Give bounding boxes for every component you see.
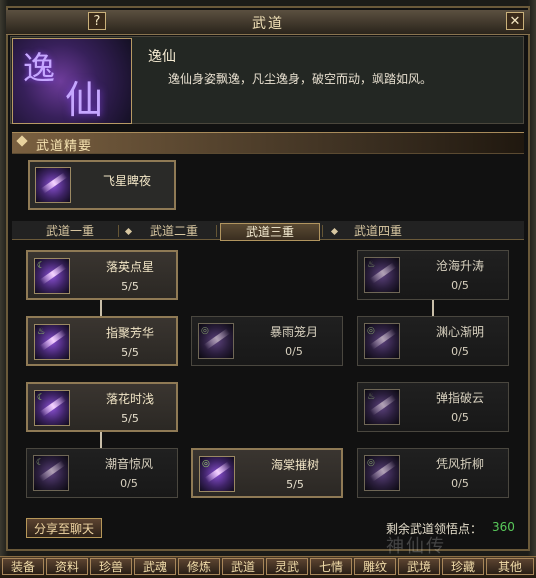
node-name: 凭风折柳 <box>435 457 484 471</box>
skill-icon: ◎ <box>364 323 400 359</box>
node-level: 0/5 <box>451 477 469 490</box>
tab-tier-1[interactable]: 武道一重 <box>30 223 110 239</box>
menu-wudao[interactable]: 武道 <box>222 558 264 575</box>
skill-node-yuanxinjianming[interactable]: ◎ 渊心渐明 0/5 <box>357 316 509 366</box>
node-name: 沧海升涛 <box>435 259 484 273</box>
tree-connector <box>100 300 102 316</box>
skill-icon: ♨ <box>364 257 400 293</box>
node-level: 0/5 <box>285 345 303 358</box>
menu-engrave[interactable]: 雕纹 <box>354 558 396 575</box>
skill-node-chaoyinjingfeng[interactable]: ☾ 潮音惊风 0/5 <box>26 448 178 498</box>
skill-icon: ☾ <box>34 390 70 426</box>
node-level: 0/5 <box>451 279 469 292</box>
essence-skill[interactable]: 飞星睥夜 <box>28 160 176 210</box>
node-name: 落花时浅 <box>105 392 154 406</box>
menu-cultivate[interactable]: 修炼 <box>178 558 220 575</box>
tab-tier-3[interactable]: 武道三重 <box>220 223 320 241</box>
node-name: 潮音惊风 <box>104 457 153 471</box>
node-level: 5/5 <box>121 412 139 425</box>
skill-icon: ♨ <box>364 389 400 425</box>
skill-icon: ♨ <box>34 324 70 360</box>
menu-equipment[interactable]: 装备 <box>2 558 44 575</box>
skill-node-canghaishengtao[interactable]: ♨ 沧海升涛 0/5 <box>357 250 509 300</box>
node-name: 暴雨笼月 <box>269 325 318 339</box>
help-button[interactable]: ? <box>88 12 106 30</box>
essence-skill-icon <box>35 167 71 203</box>
tab-divider <box>216 225 217 237</box>
tab-divider <box>118 225 119 237</box>
node-name: 指聚芳华 <box>105 326 154 340</box>
node-level: 5/5 <box>121 346 139 359</box>
tree-connector <box>100 432 102 448</box>
essence-skill-name: 飞星睥夜 <box>102 174 151 188</box>
node-name: 渊心渐明 <box>435 325 484 339</box>
close-button[interactable]: ✕ <box>506 12 524 30</box>
skill-node-zhijufanghua[interactable]: ♨ 指聚芳华 5/5 <box>26 316 178 366</box>
node-name: 海棠摧树 <box>270 458 319 472</box>
node-name: 弹指破云 <box>435 391 484 405</box>
skill-node-pingfengzheliu[interactable]: ◎ 凭风折柳 0/5 <box>357 448 509 498</box>
menu-pets[interactable]: 珍兽 <box>90 558 132 575</box>
tab-tier-2[interactable]: 武道二重 <box>134 223 214 239</box>
skill-node-haitangcuishu[interactable]: ◎ 海棠摧树 5/5 <box>191 448 343 498</box>
menu-collection[interactable]: 珍藏 <box>442 558 484 575</box>
menu-lingwu[interactable]: 灵武 <box>266 558 308 575</box>
remaining-points-value: 360 <box>492 520 515 534</box>
window-titlebar[interactable]: 武道 <box>6 10 530 35</box>
skill-icon: ☾ <box>34 258 70 294</box>
menu-profile[interactable]: 资料 <box>46 558 88 575</box>
watermark: 神仙传 <box>386 536 446 557</box>
node-level: 0/5 <box>451 411 469 424</box>
menu-wuhun[interactable]: 武魂 <box>134 558 176 575</box>
skill-icon: ☾ <box>33 455 69 491</box>
skill-node-luohuashiqian[interactable]: ☾ 落花时浅 5/5 <box>26 382 178 432</box>
share-to-chat-button[interactable]: 分享至聊天 <box>26 518 102 538</box>
skill-icon: ◎ <box>364 455 400 491</box>
skill-icon: ◎ <box>199 456 235 492</box>
node-level: 0/5 <box>451 345 469 358</box>
menu-qiqing[interactable]: 七情 <box>310 558 352 575</box>
skill-title: 逸仙 <box>148 49 176 65</box>
skill-node-luoyingdianxing[interactable]: ☾ 落英点星 5/5 <box>26 250 178 300</box>
node-level: 0/5 <box>120 477 138 490</box>
skill-description: 逸仙身姿飘逸，凡尘逸身，破空而动，飒踏如风。 <box>168 72 433 86</box>
node-name: 落英点星 <box>105 260 154 274</box>
node-level: 5/5 <box>121 280 139 293</box>
skill-emblem-icon: 逸 仙 <box>12 38 132 124</box>
essence-section-title: 武道精要 <box>36 139 93 154</box>
skill-node-tanzhipoyun[interactable]: ♨ 弹指破云 0/5 <box>357 382 509 432</box>
node-level: 5/5 <box>286 478 304 491</box>
tab-tier-4[interactable]: 武道四重 <box>338 223 418 239</box>
skill-node-baoyulongyue[interactable]: ◎ 暴雨笼月 0/5 <box>191 316 343 366</box>
window-title: 武道 <box>252 16 284 32</box>
menu-wujing[interactable]: 武境 <box>398 558 440 575</box>
tree-connector <box>432 300 434 316</box>
tab-divider <box>322 225 323 237</box>
menu-other[interactable]: 其他 <box>486 558 534 575</box>
skill-icon: ◎ <box>198 323 234 359</box>
